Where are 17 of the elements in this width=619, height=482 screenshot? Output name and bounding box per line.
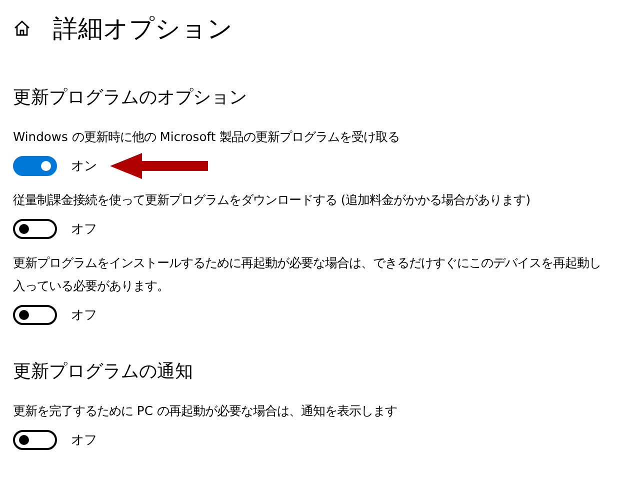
section-heading: 更新プログラムの通知: [13, 360, 194, 384]
toggle-switch[interactable]: [13, 156, 57, 176]
toggle-state-label: オン: [71, 158, 97, 175]
setting-description: 従量制課金接続を使って更新プログラムをダウンロードする (追加料金がかかる場合があります): [13, 192, 532, 209]
setting-description: Windows の更新時に他の Microsoft 製品の更新プログラムを受け取る: [13, 129, 401, 146]
home-icon[interactable]: [13, 19, 31, 37]
setting-description: 更新を完了するために PC の再起動が必要な場合は、通知を表示します: [13, 403, 398, 420]
toggle-switch[interactable]: [13, 219, 57, 239]
section-heading: 更新プログラムのオプション: [13, 86, 248, 110]
page-title: 詳細オプション: [53, 12, 233, 44]
setting-description: 入っている必要があります。: [13, 278, 170, 295]
toggle-switch[interactable]: [13, 430, 57, 450]
toggle-state-label: オフ: [71, 221, 97, 238]
toggle-state-label: オフ: [71, 432, 97, 449]
setting-description: 更新プログラムをインストールするために再起動が必要な場合は、できるだけすぐにこのデバイスを再起動し: [13, 255, 602, 272]
toggle-state-label: オフ: [71, 307, 97, 324]
toggle-switch[interactable]: [13, 305, 57, 325]
